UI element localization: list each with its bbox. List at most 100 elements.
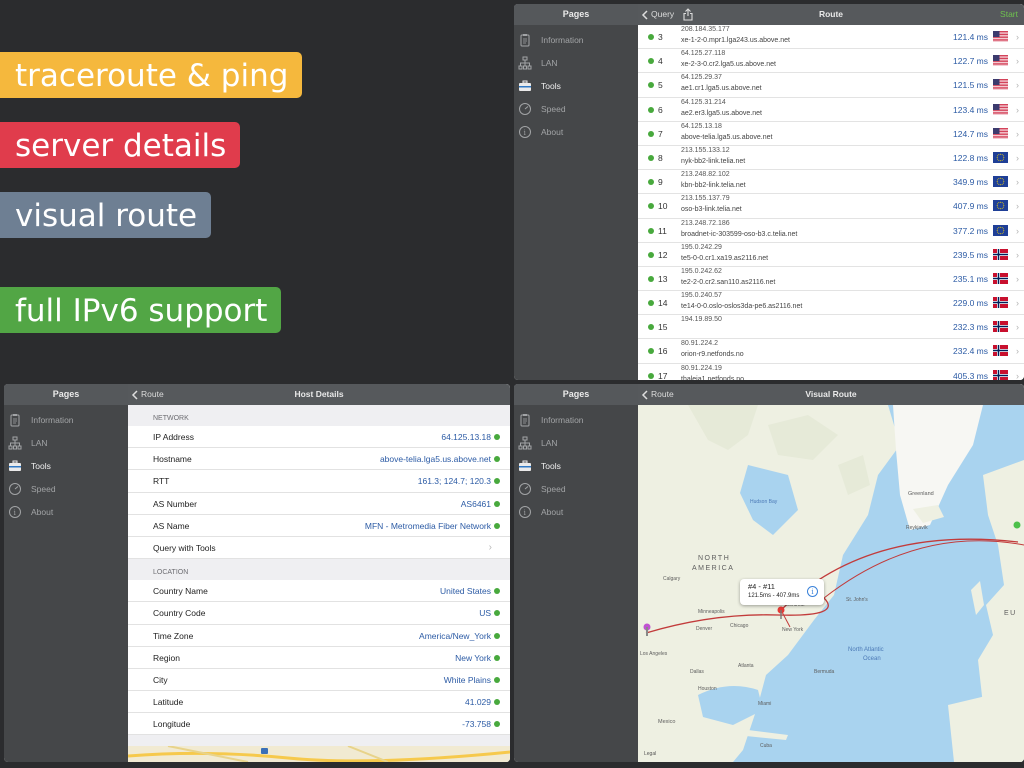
sidebar-item-lan[interactable]: LAN [514, 431, 638, 454]
info-icon[interactable]: i [807, 586, 818, 597]
sidebar-item-label: Speed [541, 103, 566, 114]
detail-row-longitude[interactable]: Longitude -73.758 [128, 713, 510, 736]
sidebar-item-about[interactable]: i About [514, 120, 638, 143]
start-button[interactable]: Start [1000, 4, 1018, 25]
badge-ipv6: full IPv6 support [0, 287, 282, 333]
hop-row[interactable]: 6 64.125.31.214 ae2.er3.lga5.us.above.net 1… [638, 98, 1024, 122]
sidebar-item-information[interactable]: Information [514, 28, 638, 51]
hop-row[interactable]: 7 64.125.13.18 above-telia.lga5.us.above.n… [638, 122, 1024, 146]
detail-row-city[interactable]: City White Plains [128, 668, 510, 692]
toolbox-icon [8, 459, 22, 473]
hop-row[interactable]: 11 213.248.72.186 broadnet-ic-303599-oso-b… [638, 219, 1024, 243]
sidebar-item-about[interactable]: i About [4, 500, 128, 523]
sidebar-item-tools[interactable]: Tools [514, 454, 638, 477]
chevron-right-icon: › [1016, 177, 1019, 188]
sidebar-header: Pages [4, 384, 128, 405]
sidebar-item-lan[interactable]: LAN [4, 431, 128, 454]
detail-row-region[interactable]: Region New York [128, 646, 510, 669]
chevron-right-icon: › [1016, 128, 1019, 139]
hop-row[interactable]: 9 213.248.82.102 kbn-bb2-link.telia.net 349… [638, 170, 1024, 195]
status-dot [648, 275, 654, 282]
status-dot [494, 456, 500, 463]
hop-latency: 229.0 ms [953, 298, 988, 309]
sidebar-item-label: Information [31, 414, 74, 425]
hop-row[interactable]: 8 213.155.133.12 nyk-bb2-link.telia.net 122… [638, 146, 1024, 171]
sidebar-item-tools[interactable]: Tools [4, 454, 128, 477]
back-label: Route [141, 389, 164, 399]
map-label-minneapolis: Minneapolis [698, 609, 725, 615]
sidebar-item-information[interactable]: Information [514, 408, 638, 431]
chevron-right-icon: › [488, 541, 492, 553]
speedometer-icon [8, 482, 22, 496]
route-callout[interactable]: #4 - #11 121.5ms - 407.9ms i [740, 579, 824, 605]
hop-latency: 122.7 ms [953, 56, 988, 67]
detail-row-as-name[interactable]: AS Name MFN - Metromedia Fiber Network [128, 514, 510, 537]
hop-row[interactable]: 17 80.91.224.19 thaleia1.netfonds.no 405.3 … [638, 364, 1024, 380]
status-dot [648, 82, 654, 89]
back-button[interactable]: Route [641, 384, 674, 405]
sidebar-item-label: LAN [541, 57, 558, 68]
detail-label: Longitude [153, 719, 191, 730]
hop-number: 5 [658, 80, 663, 91]
sidebar: Pages Information LAN Tools Speed i About [514, 384, 638, 762]
hop-row[interactable]: 14 195.0.240.57 te14-0-0.oslo-oslos3da-pe6… [638, 291, 1024, 316]
chevron-right-icon: › [1016, 32, 1019, 42]
hop-row[interactable]: 4 64.125.27.118 xe-2-3-0.cr2.lga5.us.above… [638, 49, 1024, 74]
hop-ip: 213.155.137.79 [681, 195, 730, 203]
detail-row-time-zone[interactable]: Time Zone America/New_York [128, 624, 510, 647]
hop-number: 15 [658, 322, 668, 333]
hop-ip: 64.125.13.18 [681, 122, 722, 130]
us-flag-icon [993, 55, 1008, 66]
hop-row[interactable]: 15 194.19.89.50 232.3 ms › [638, 315, 1024, 340]
share-icon[interactable] [682, 8, 694, 21]
sidebar-item-lan[interactable]: LAN [514, 51, 638, 74]
hop-hostname: broadnet-ic-303599-oso-b3.c.telia.net [681, 230, 798, 238]
detail-row-country-name[interactable]: Country Name United States [128, 580, 510, 603]
sidebar-item-about[interactable]: i About [514, 500, 638, 523]
visual-route-panel: Pages Information LAN Tools Speed i About Visu… [514, 384, 1024, 762]
host-navbar: Host Details Route [128, 384, 510, 405]
back-button[interactable]: Query [641, 4, 674, 25]
chevron-right-icon: › [1016, 346, 1019, 357]
sidebar-item-speed[interactable]: Speed [514, 97, 638, 120]
sidebar-item-speed[interactable]: Speed [514, 477, 638, 500]
hop-hostname: nyk-bb2-link.telia.net [681, 157, 746, 165]
detail-label: Country Code [153, 608, 206, 619]
route-navbar: Route Query Start [638, 4, 1024, 25]
hop-latency: 232.3 ms [953, 322, 988, 333]
map-label-houston: Houston [698, 686, 717, 692]
sidebar-item-tools[interactable]: Tools [514, 74, 638, 97]
status-dot [648, 106, 654, 113]
detail-row-as-number[interactable]: AS Number AS6461 [128, 492, 510, 515]
hop-row[interactable]: 3 208.184.35.177 xe-1-2-0.mpr1.lga243.us.a… [638, 25, 1024, 50]
hop-row[interactable]: 13 195.0.242.62 te2-2-0.cr2.san110.as2116.… [638, 267, 1024, 292]
detail-row-hostname[interactable]: Hostname above-telia.lga5.us.above.net [128, 448, 510, 471]
hop-row[interactable]: 16 80.91.224.2 orion-r9.netfonds.no 232.4 m… [638, 339, 1024, 364]
detail-row-rtt[interactable]: RTT 161.3; 124.7; 120.3 [128, 470, 510, 493]
status-dot [648, 203, 654, 210]
sidebar-item-speed[interactable]: Speed [4, 477, 128, 500]
detail-row-latitude[interactable]: Latitude 41.029 [128, 691, 510, 714]
detail-row-ip-address[interactable]: IP Address 64.125.13.18 [128, 426, 510, 449]
back-label: Route [651, 389, 674, 399]
detail-row-country-code[interactable]: Country Code US [128, 602, 510, 625]
hop-row[interactable]: 10 213.155.137.79 oso-b3-link.telia.net 407… [638, 194, 1024, 219]
hop-latency: 405.3 ms [953, 370, 988, 380]
status-dot [648, 300, 654, 307]
hop-ip: 195.0.240.57 [681, 292, 722, 300]
hop-latency: 349.9 ms [953, 177, 988, 188]
hop-hostname: te5-0-0.cr1.xa19.as2116.net [681, 254, 769, 262]
sidebar-item-information[interactable]: Information [4, 408, 128, 431]
location-map-preview[interactable] [128, 746, 510, 762]
hop-ip: 64.125.31.214 [681, 98, 726, 106]
query-with-tools-row[interactable]: Query with Tools › [128, 536, 510, 560]
hop-row[interactable]: 12 195.0.242.29 te5-0-0.cr1.xa19.as2116.ne… [638, 243, 1024, 267]
hop-latency: 121.4 ms [953, 32, 988, 42]
back-button[interactable]: Route [131, 384, 164, 405]
world-map[interactable]: NORTH AMERICA EU Greenland Minneapolis C… [638, 405, 1024, 762]
hop-row[interactable]: 5 64.125.29.37 ae1.cr1.lga5.us.above.net 12… [638, 73, 1024, 98]
chevron-right-icon: › [1016, 370, 1019, 380]
legal-link[interactable]: Legal [644, 751, 656, 757]
sidebar-item-label: About [541, 126, 564, 137]
detail-value: -73.758 [462, 719, 491, 730]
